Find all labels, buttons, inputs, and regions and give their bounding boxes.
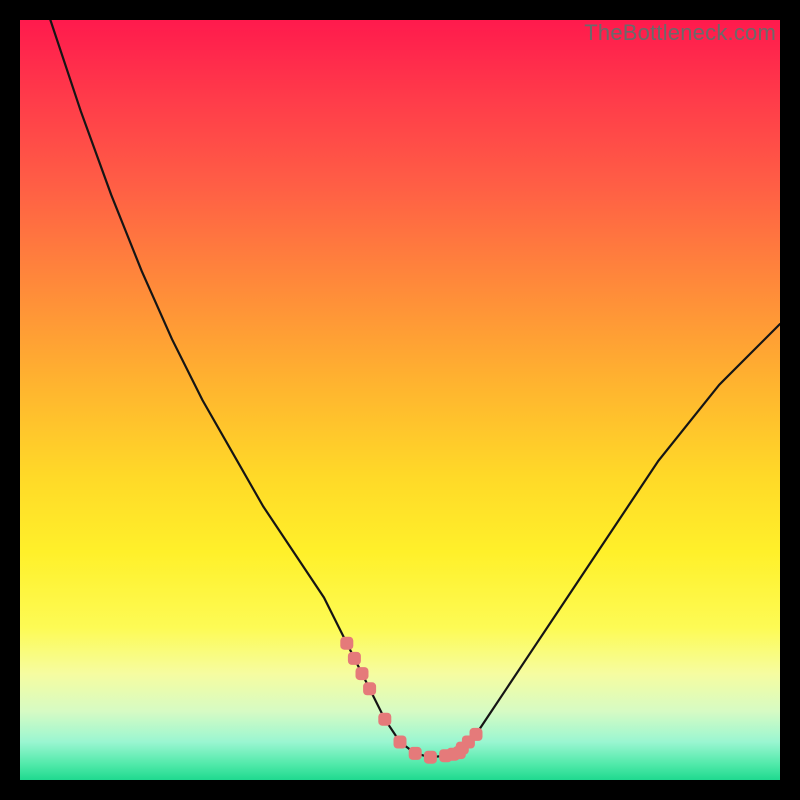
bottleneck-curve [50, 20, 780, 757]
curve-marker [424, 751, 437, 764]
curve-marker [394, 736, 407, 749]
plot-area: TheBottleneck.com [20, 20, 780, 780]
curve-marker [356, 667, 369, 680]
curve-marker [348, 652, 361, 665]
marker-group [340, 637, 482, 764]
chart-svg [20, 20, 780, 780]
curve-marker [340, 637, 353, 650]
curve-marker [409, 747, 422, 760]
chart-frame: TheBottleneck.com [0, 0, 800, 800]
curve-marker [378, 713, 391, 726]
curve-marker [470, 728, 483, 741]
watermark-text: TheBottleneck.com [584, 20, 776, 46]
curve-marker [363, 682, 376, 695]
